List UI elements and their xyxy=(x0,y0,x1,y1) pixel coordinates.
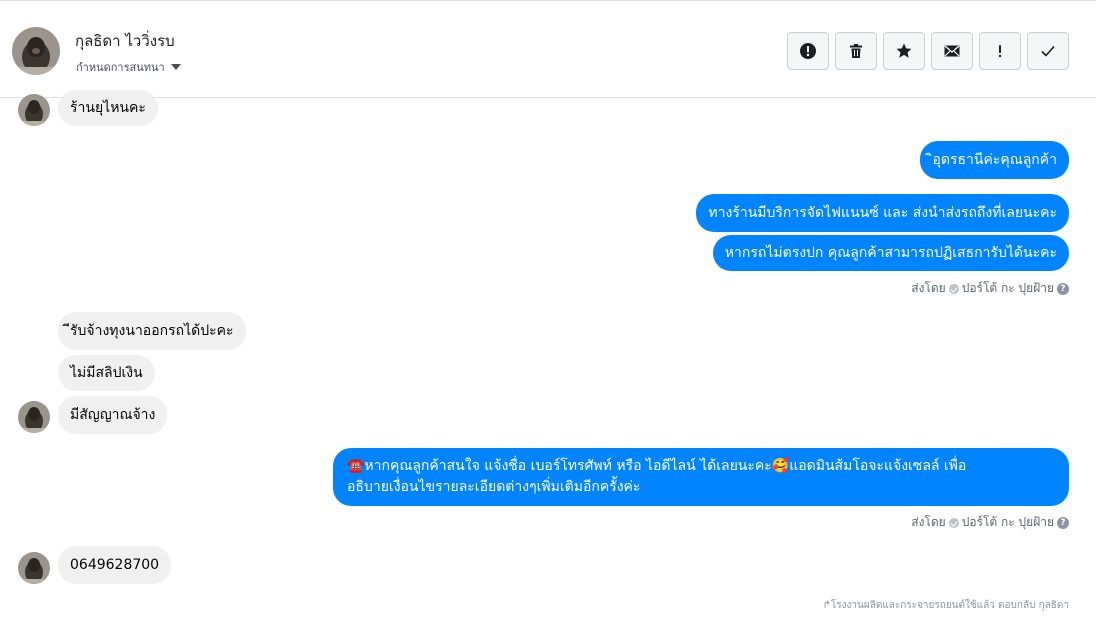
outgoing-message[interactable]: ☎️หากคุณลูกค้าสนใจ แจ้งชื่อ เบอร์โทรศัพท… xyxy=(333,448,1069,506)
message-text-line: ☎️หากคุณลูกค้าสนใจ แจ้งชื่อ เบอร์โทรศัพท… xyxy=(347,458,967,474)
outgoing-message[interactable]: ิอุดรธานีค่ะคุณลูกค้า xyxy=(920,141,1069,179)
follow-up-button[interactable] xyxy=(979,32,1021,70)
envelope-icon xyxy=(944,45,960,57)
message-text-block: ☎️หากคุณลูกค้าสนใจ แจ้งชื่อ เบอร์โทรศัพท… xyxy=(347,456,966,498)
message-text: ร้านยุไหนคะ xyxy=(70,99,146,116)
help-icon[interactable]: ? xyxy=(1057,516,1069,529)
contact-avatar-small[interactable] xyxy=(18,401,50,433)
chevron-down-icon xyxy=(170,64,181,70)
conversation-header: กุลธิดา ไววิ่งรบ กำหนดการสนทนา xyxy=(0,0,1096,98)
contact-name[interactable]: กุลธิดา ไววิ่งรบ xyxy=(75,29,175,53)
star-icon xyxy=(896,43,912,58)
delete-button[interactable] xyxy=(835,32,877,70)
sent-by-prefix: ส่งโดย xyxy=(911,515,946,529)
message-text: มีสัญญาณจ้าง xyxy=(70,406,156,423)
sent-by-label: ส่งโดย ปอร์โต้ กะ ปุยฝ้าย ? xyxy=(911,513,1069,532)
checkmark-icon xyxy=(1041,45,1055,57)
outgoing-message[interactable]: หากรถไม่ตรงปก คุณลูกค้าสามารถปฏิเสธการับ… xyxy=(712,235,1069,271)
message-text: ิอุดรธานีค่ะคุณลูกค้า xyxy=(932,151,1057,168)
message-text: 0649628700 xyxy=(70,556,160,573)
conversation-actions xyxy=(787,32,1069,70)
message-text: ไม่มีสลิปเงิน xyxy=(70,364,143,381)
message-text-line: อธิบายเงื่อนไขรายละเอียดต่างๆเพิ่มเติมอี… xyxy=(347,479,641,495)
star-button[interactable] xyxy=(883,32,925,70)
sent-by-name: ปอร์โต้ กะ ปุยฝ้าย xyxy=(961,281,1054,295)
sent-by-label: ส่งโดย ปอร์โต้ กะ ปุยฝ้าย ? xyxy=(911,279,1069,298)
incoming-message[interactable]: ร้านยุไหนคะ xyxy=(58,90,158,126)
help-icon[interactable]: ? xyxy=(1057,282,1069,295)
assign-conversation-dropdown[interactable]: กำหนดการสนทนา xyxy=(76,58,181,76)
reply-context-note: ↱โรงงานผลิตและกระจายรถยนต์ใช้แล้ว ตอบกลั… xyxy=(822,600,1070,611)
exclamation-icon xyxy=(998,45,1002,58)
incoming-message[interactable]: ีรับจ้างทุงนาออกรถได้ปะคะ xyxy=(58,312,246,350)
mark-unread-button[interactable] xyxy=(931,32,973,70)
incoming-message[interactable]: 0649628700 xyxy=(58,546,172,584)
incoming-message[interactable]: มีสัญญาณจ้าง xyxy=(58,396,168,434)
outgoing-message[interactable]: ทางร้านมีบริการจัดไฟแนนซ์ และ ส่งนำส่งรถ… xyxy=(696,194,1069,232)
sent-by-name: ปอร์โต้ กะ ปุยฝ้าย xyxy=(961,515,1054,529)
contact-avatar[interactable] xyxy=(12,27,60,75)
message-text: ีรับจ้างทุงนาออกรถได้ปะคะ xyxy=(70,322,234,339)
incoming-message[interactable]: ไม่มีสลิปเงิน xyxy=(58,355,155,391)
contact-avatar-small[interactable] xyxy=(18,94,50,126)
message-text: ทางร้านมีบริการจัดไฟแนนซ์ และ ส่งนำส่งรถ… xyxy=(708,204,1057,221)
mark-done-button[interactable] xyxy=(1027,32,1069,70)
trash-icon xyxy=(850,44,862,58)
assign-label: กำหนดการสนทนา xyxy=(76,61,165,74)
exclamation-circle-icon xyxy=(800,43,816,59)
contact-avatar-small[interactable] xyxy=(18,552,50,584)
sent-by-prefix: ส่งโดย xyxy=(911,281,946,295)
verified-icon xyxy=(948,283,959,294)
verified-icon xyxy=(948,517,959,528)
message-text: หากรถไม่ตรงปก คุณลูกค้าสามารถปฏิเสธการับ… xyxy=(724,244,1057,261)
mark-spam-button[interactable] xyxy=(787,32,829,70)
